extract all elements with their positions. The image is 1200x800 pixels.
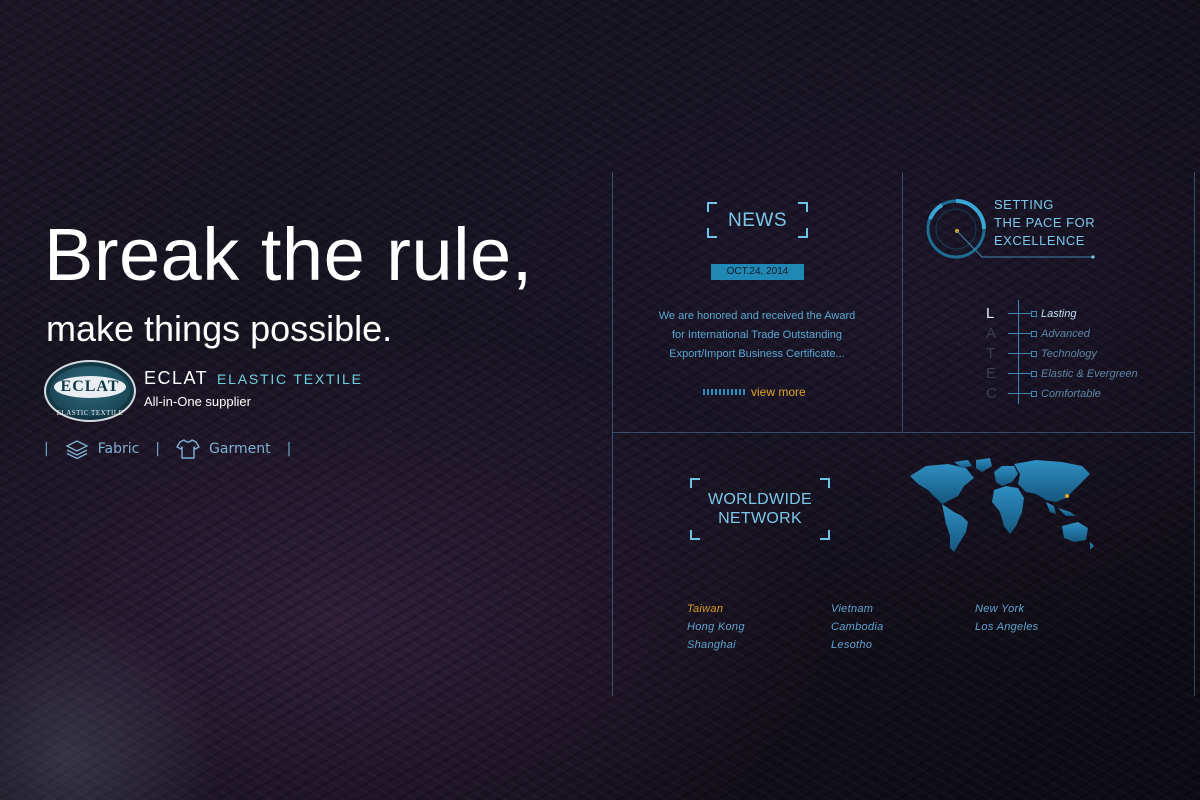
logo-ring-text: ELASTIC TEXTILE: [56, 409, 124, 417]
brand-description: All-in-One supplier: [144, 394, 251, 409]
nav-garment-label: Garment: [209, 441, 271, 457]
logo-wordmark: ECLAT: [54, 376, 126, 398]
latec-tick: [1008, 331, 1037, 337]
city-item: New York: [975, 603, 1025, 615]
world-map: [910, 458, 1094, 552]
latec-label: Comfortable: [1041, 388, 1101, 400]
worldwide-title-line: NETWORK: [718, 510, 802, 527]
news-title: NEWS: [728, 210, 787, 231]
latec-letter: T: [986, 345, 996, 362]
latec-tick: [1008, 311, 1037, 317]
news-summary: We are honored and received the Award fo…: [642, 307, 872, 364]
view-more-link[interactable]: view more: [703, 385, 806, 399]
brand-tagline: ELASTIC TEXTILE: [217, 371, 363, 387]
city-item: Cambodia: [831, 621, 884, 633]
nav-fabric-link[interactable]: Fabric: [65, 439, 140, 459]
news-line: We are honored and received the Award: [658, 310, 856, 322]
nav-garment-link[interactable]: Garment: [176, 438, 271, 460]
latec-label: Technology: [1041, 348, 1097, 360]
latec-tick: [1008, 371, 1037, 377]
latec-label: Elastic & Evergreen: [1041, 368, 1138, 380]
latec-letter: A: [986, 325, 997, 342]
hero-title: Break the rule,: [44, 213, 533, 296]
nav-fabric-label: Fabric: [97, 441, 140, 457]
latec-tick: [1008, 351, 1037, 357]
eclat-logo[interactable]: ECLAT ELASTIC TEXTILE: [44, 360, 136, 422]
nav-separator: |: [286, 441, 292, 457]
setting-line: EXCELLENCE: [994, 233, 1085, 248]
news-heading-frame: NEWS: [707, 202, 808, 238]
progress-dots-icon: [703, 389, 745, 395]
layers-icon: [65, 440, 89, 459]
worldwide-heading-frame: WORLDWIDE NETWORK: [690, 478, 830, 540]
city-item: Los Angeles: [975, 621, 1039, 633]
panel-divider-horizontal: [612, 432, 1194, 433]
fiber-detail-background: [0, 590, 230, 800]
setting-line: SETTING: [994, 197, 1054, 212]
latec-item-comfortable[interactable]: C Comfortable: [986, 384, 1186, 404]
brand-name: ECLAT: [144, 368, 209, 388]
city-item: Vietnam: [831, 603, 874, 615]
latec-letter: C: [986, 385, 997, 402]
news-line: for International Trade Outstanding: [672, 329, 842, 341]
latec-item-technology[interactable]: T Technology: [986, 344, 1186, 364]
view-more-label: view more: [751, 385, 806, 399]
latec-letter: E: [986, 365, 997, 382]
nav-separator: |: [155, 441, 161, 457]
worldwide-title-line: WORLDWIDE: [707, 491, 813, 508]
city-item: Lesotho: [831, 639, 873, 651]
latec-label: Advanced: [1041, 328, 1090, 340]
city-item: Taiwan: [687, 603, 724, 615]
city-item: Shanghai: [687, 639, 736, 651]
panel-divider-middle: [902, 172, 903, 432]
news-line: Export/Import Business Certificate...: [669, 348, 845, 360]
panel-divider-left: [612, 172, 613, 696]
news-date-badge: OCT.24, 2014: [711, 264, 804, 280]
city-item: Hong Kong: [687, 621, 745, 633]
latec-label: Lasting: [1041, 308, 1077, 320]
shirt-icon: [176, 439, 200, 459]
setting-line: THE PACE FOR: [994, 215, 1096, 230]
category-nav: | Fabric | Garment |: [44, 436, 291, 462]
latec-letter: L: [986, 305, 995, 322]
latec-tick: [1008, 391, 1037, 397]
nav-separator: |: [44, 441, 49, 457]
latec-item-elastic-evergreen[interactable]: E Elastic & Evergreen: [986, 364, 1186, 384]
setting-heading: SETTING THE PACE FOR EXCELLENCE: [994, 196, 1095, 250]
panel-divider-right: [1194, 172, 1195, 696]
hero-subtitle: make things possible.: [46, 308, 393, 349]
worldwide-title: WORLDWIDE NETWORK: [690, 490, 830, 528]
latec-item-lasting[interactable]: L Lasting: [986, 304, 1186, 324]
latec-item-advanced[interactable]: A Advanced: [986, 324, 1186, 344]
latec-values-list: L Lasting A Advanced T Technology E Elas…: [986, 304, 1186, 404]
